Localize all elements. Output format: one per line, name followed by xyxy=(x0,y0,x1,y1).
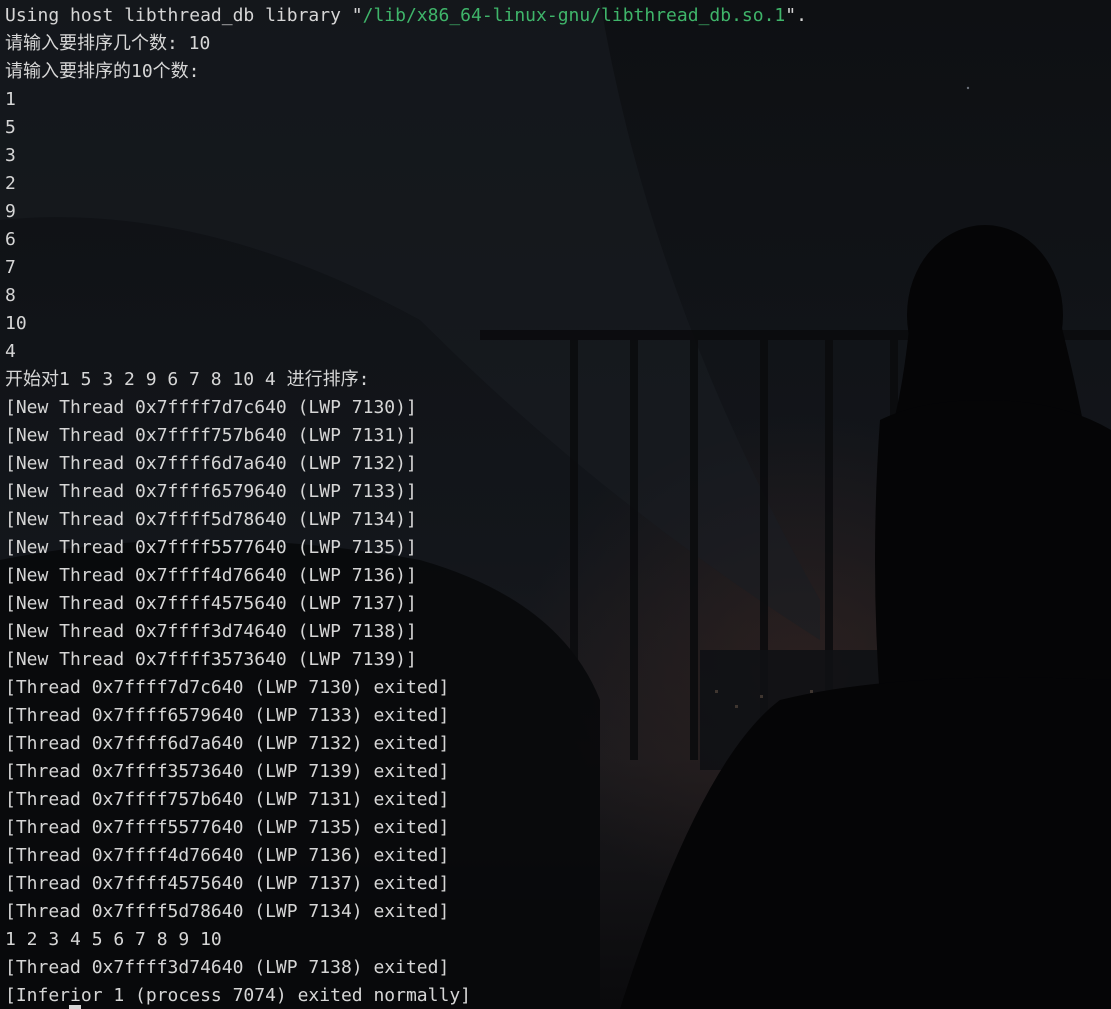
output-text: ". xyxy=(785,5,807,26)
output-line: [Thread 0x7ffff7d7c640 (LWP 7130) exited… xyxy=(5,674,807,702)
output-line: [Thread 0x7ffff4575640 (LWP 7137) exited… xyxy=(5,870,807,898)
output-text: [Thread 0x7ffff4575640 (LWP 7137) exited… xyxy=(5,873,450,894)
output-text: [New Thread 0x7ffff6579640 (LWP 7133)] xyxy=(5,481,417,502)
output-text: [New Thread 0x7ffff4575640 (LWP 7137)] xyxy=(5,593,417,614)
output-text: 7 xyxy=(5,257,16,278)
output-text: [Thread 0x7ffff6579640 (LWP 7133) exited… xyxy=(5,705,450,726)
output-text: [New Thread 0x7ffff3d74640 (LWP 7138)] xyxy=(5,621,417,642)
output-text: 请输入要排序的10个数: xyxy=(5,61,200,82)
output-line: 10 xyxy=(5,310,807,338)
output-line: [New Thread 0x7ffff5d78640 (LWP 7134)] xyxy=(5,506,807,534)
output-text: 3 xyxy=(5,145,16,166)
output-line: 7 xyxy=(5,254,807,282)
output-line: [New Thread 0x7ffff6d7a640 (LWP 7132)] xyxy=(5,450,807,478)
output-text: [Thread 0x7ffff757b640 (LWP 7131) exited… xyxy=(5,789,450,810)
output-text: [New Thread 0x7ffff757b640 (LWP 7131)] xyxy=(5,425,417,446)
output-text: 5 xyxy=(5,117,16,138)
output-line: [New Thread 0x7ffff6579640 (LWP 7133)] xyxy=(5,478,807,506)
output-line: [Thread 0x7ffff5577640 (LWP 7135) exited… xyxy=(5,814,807,842)
output-text: [Thread 0x7ffff5577640 (LWP 7135) exited… xyxy=(5,817,450,838)
output-text: [Thread 0x7ffff7d7c640 (LWP 7130) exited… xyxy=(5,677,450,698)
output-line: 1 xyxy=(5,86,807,114)
output-line: 3 xyxy=(5,142,807,170)
output-text: 请输入要排序几个数: 10 xyxy=(5,33,211,54)
output-line: [Thread 0x7ffff4d76640 (LWP 7136) exited… xyxy=(5,842,807,870)
output-text: [New Thread 0x7ffff4d76640 (LWP 7136)] xyxy=(5,565,417,586)
output-line: 1 2 3 4 5 6 7 8 9 10 xyxy=(5,926,807,954)
output-line: [Thread 0x7ffff6579640 (LWP 7133) exited… xyxy=(5,702,807,730)
output-text: 6 xyxy=(5,229,16,250)
output-text: [New Thread 0x7ffff3573640 (LWP 7139)] xyxy=(5,649,417,670)
output-line: [Thread 0x7ffff5d78640 (LWP 7134) exited… xyxy=(5,898,807,926)
output-text: [Inferior 1 (process 7074) exited normal… xyxy=(5,985,471,1006)
output-text: [New Thread 0x7ffff7d7c640 (LWP 7130)] xyxy=(5,397,417,418)
output-line: [Thread 0x7ffff3573640 (LWP 7139) exited… xyxy=(5,758,807,786)
output-text: 2 xyxy=(5,173,16,194)
output-line: [New Thread 0x7ffff4575640 (LWP 7137)] xyxy=(5,590,807,618)
output-line: [New Thread 0x7ffff7d7c640 (LWP 7130)] xyxy=(5,394,807,422)
output-line: 6 xyxy=(5,226,807,254)
output-line: [New Thread 0x7ffff757b640 (LWP 7131)] xyxy=(5,422,807,450)
output-line: Using host libthread_db library "/lib/x8… xyxy=(5,2,807,30)
output-line: 请输入要排序的10个数: xyxy=(5,58,807,86)
output-text: Using host libthread_db library " xyxy=(5,5,363,26)
output-line: 8 xyxy=(5,282,807,310)
output-text: 10 xyxy=(5,313,27,334)
output-text: 4 xyxy=(5,341,16,362)
output-line: [Inferior 1 (process 7074) exited normal… xyxy=(5,982,807,1009)
output-text: [Thread 0x7ffff3573640 (LWP 7139) exited… xyxy=(5,761,450,782)
output-text: [New Thread 0x7ffff5d78640 (LWP 7134)] xyxy=(5,509,417,530)
library-path: /lib/x86_64-linux-gnu/libthread_db.so.1 xyxy=(362,5,786,26)
output-text: 开始对1 5 3 2 9 6 7 8 10 4 进行排序: xyxy=(5,369,370,390)
output-line: [Thread 0x7ffff6d7a640 (LWP 7132) exited… xyxy=(5,730,807,758)
output-line: 9 xyxy=(5,198,807,226)
output-text: [Thread 0x7ffff5d78640 (LWP 7134) exited… xyxy=(5,901,450,922)
output-text: [New Thread 0x7ffff6d7a640 (LWP 7132)] xyxy=(5,453,417,474)
output-text: [Thread 0x7ffff4d76640 (LWP 7136) exited… xyxy=(5,845,450,866)
output-line: 开始对1 5 3 2 9 6 7 8 10 4 进行排序: xyxy=(5,366,807,394)
output-line: [New Thread 0x7ffff3d74640 (LWP 7138)] xyxy=(5,618,807,646)
output-text: 1 2 3 4 5 6 7 8 9 10 xyxy=(5,929,222,950)
output-text: 1 xyxy=(5,89,16,110)
output-text: [Thread 0x7ffff3d74640 (LWP 7138) exited… xyxy=(5,957,450,978)
output-text: 9 xyxy=(5,201,16,222)
output-text: [New Thread 0x7ffff5577640 (LWP 7135)] xyxy=(5,537,417,558)
terminal-window[interactable]: Using host libthread_db library "/lib/x8… xyxy=(0,0,1111,1009)
output-line: [Thread 0x7ffff3d74640 (LWP 7138) exited… xyxy=(5,954,807,982)
terminal-output[interactable]: Using host libthread_db library "/lib/x8… xyxy=(5,2,807,1009)
output-line: 5 xyxy=(5,114,807,142)
output-line: 请输入要排序几个数: 10 xyxy=(5,30,807,58)
output-line: 4 xyxy=(5,338,807,366)
output-text: [Thread 0x7ffff6d7a640 (LWP 7132) exited… xyxy=(5,733,450,754)
output-line: [New Thread 0x7ffff4d76640 (LWP 7136)] xyxy=(5,562,807,590)
output-line: [New Thread 0x7ffff5577640 (LWP 7135)] xyxy=(5,534,807,562)
text-cursor xyxy=(69,1005,81,1009)
output-line: [New Thread 0x7ffff3573640 (LWP 7139)] xyxy=(5,646,807,674)
output-line: 2 xyxy=(5,170,807,198)
output-text: 8 xyxy=(5,285,16,306)
output-line: [Thread 0x7ffff757b640 (LWP 7131) exited… xyxy=(5,786,807,814)
